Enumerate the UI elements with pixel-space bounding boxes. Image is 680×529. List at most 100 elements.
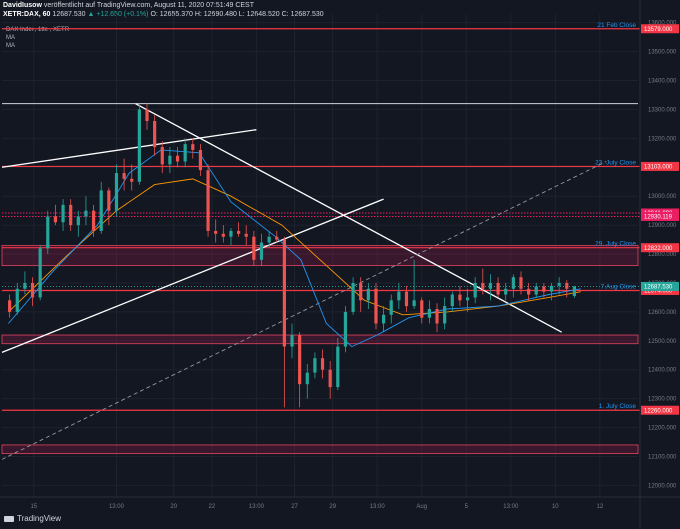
support-resistance-zone <box>1 334 639 345</box>
x-tick-label: Aug <box>416 504 427 510</box>
y-tick-label: 12900.000 <box>648 223 677 229</box>
candle-body <box>420 300 424 318</box>
candle-body <box>382 314 386 324</box>
candle-body <box>488 282 493 289</box>
zones <box>1 244 639 455</box>
candle-body <box>443 306 447 324</box>
x-tick-label: 12 <box>596 504 603 510</box>
y-tick-label: 13300.000 <box>648 107 677 113</box>
candle-body <box>389 300 393 315</box>
candle-body <box>15 288 19 312</box>
candle-body <box>229 230 233 237</box>
candle-body <box>465 297 470 301</box>
trendlines <box>1 103 607 460</box>
candle-body <box>343 311 348 347</box>
x-tick-label: 10 <box>552 504 559 510</box>
tradingview-icon <box>4 515 14 522</box>
candle-body <box>69 204 73 226</box>
candle-body <box>107 190 111 211</box>
candle-body <box>458 294 462 301</box>
candle-body <box>298 335 302 385</box>
y-tick-label: 12400.000 <box>648 368 677 374</box>
candle-body <box>137 109 141 182</box>
candle-body <box>572 286 576 296</box>
level-label: 29. July Close <box>595 241 636 248</box>
candle-body <box>99 190 103 231</box>
trendline[interactable] <box>1 198 384 353</box>
candle-body <box>38 248 42 298</box>
candle-body <box>61 204 65 223</box>
candle-body <box>557 282 561 286</box>
level-price-text: 13103.000 <box>644 165 673 171</box>
candle-body <box>320 358 325 370</box>
candle-body <box>153 121 157 148</box>
x-tick-label: 13:00 <box>109 504 125 510</box>
candle-body <box>366 288 370 301</box>
candle-body <box>336 346 340 388</box>
candle-body <box>259 242 264 260</box>
x-tick-label: 15 <box>30 504 37 510</box>
candle-body <box>282 239 286 347</box>
y-tick-label: 12600.000 <box>648 310 677 316</box>
candle-body <box>427 309 431 318</box>
x-tick-label: 5 <box>465 504 469 510</box>
candle-body <box>305 372 309 385</box>
dotted-price-text: 12930.119 <box>644 215 673 221</box>
tradingview-name: TradingView <box>17 514 62 523</box>
y-tick-label: 12500.000 <box>648 339 677 345</box>
candle-body <box>175 155 180 162</box>
candle-body <box>198 149 203 171</box>
trendline[interactable] <box>1 161 607 460</box>
candle-body <box>496 282 500 295</box>
y-tick-label: 13000.000 <box>648 194 677 200</box>
candle-body <box>397 291 401 301</box>
candle-body <box>565 282 569 289</box>
candle-body <box>53 216 58 223</box>
candle-body <box>91 210 96 231</box>
candle-body <box>168 155 172 165</box>
x-tick-label: 13:00 <box>503 504 519 510</box>
candle-body <box>145 109 149 122</box>
tradingview-logo: TradingView <box>4 514 61 523</box>
candle-body <box>46 216 50 249</box>
y-tick-label: 12000.000 <box>648 483 677 489</box>
candle-body <box>313 358 317 373</box>
level-price-text: 12822.000 <box>644 246 673 252</box>
support-resistance-zone <box>1 444 639 455</box>
y-tick-label: 13500.000 <box>648 50 677 56</box>
y-tick-label: 13400.000 <box>648 79 677 85</box>
x-tick-label: 27 <box>291 504 298 510</box>
candle-body <box>404 291 409 307</box>
y-tick-label: 13200.000 <box>648 136 677 142</box>
candle-body <box>30 282 35 298</box>
candle-body <box>290 335 294 347</box>
level-label: 23. July Close <box>595 159 636 166</box>
candle-body <box>114 173 119 211</box>
level-label: 1. July Close <box>599 403 637 410</box>
x-tick-label: 20 <box>170 504 177 510</box>
y-tick-label: 12100.000 <box>648 455 677 461</box>
candle-body <box>183 144 187 162</box>
candle-body <box>328 369 332 388</box>
support-resistance-zone <box>1 244 639 267</box>
candle-body <box>76 216 80 226</box>
candle-body <box>191 144 195 150</box>
candle-body <box>267 236 271 243</box>
time-axis[interactable]: 15 13:00 20 22 13:00 27 29 13:00 Aug 5 13:00 10 12 <box>0 496 680 510</box>
candle-body <box>374 288 378 324</box>
candle-body <box>542 286 546 292</box>
candle-body <box>122 173 126 179</box>
candle-body <box>435 309 439 324</box>
candle-body <box>504 288 508 295</box>
candle-body <box>534 286 538 295</box>
last-price-text: 12687.530 <box>644 285 673 291</box>
level-price-text: 12260.000 <box>644 408 673 414</box>
level-price-text: 13579.000 <box>644 27 673 33</box>
candle-body <box>527 288 531 295</box>
candle-body <box>160 147 164 165</box>
price-axis[interactable]: 12000.000 12100.000 12200.000 12300.000 1240… <box>639 0 679 529</box>
price-chart[interactable]: 21 Feb Close 23. July Close 29. July Close… <box>0 0 680 529</box>
candle-body <box>206 170 210 231</box>
candle-body <box>84 210 88 217</box>
candle-body <box>473 282 477 298</box>
